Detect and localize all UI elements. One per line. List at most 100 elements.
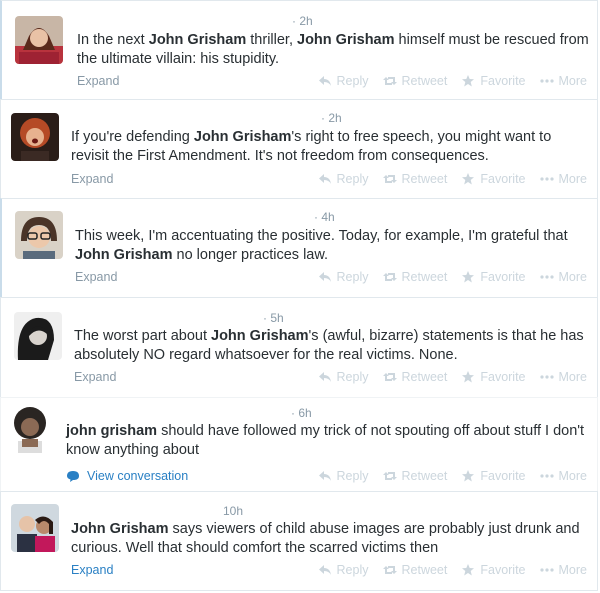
reply-label: Reply xyxy=(336,469,369,483)
expand-link[interactable]: Expand xyxy=(71,563,113,577)
reply-label: Reply xyxy=(336,270,369,284)
reply-button[interactable]: Reply xyxy=(318,74,369,88)
retweet-icon xyxy=(382,566,397,574)
more-button[interactable]: More xyxy=(539,370,587,384)
reply-button[interactable]: Reply xyxy=(318,270,369,284)
tweet-timestamp[interactable]: · 6h xyxy=(291,406,312,420)
reply-button[interactable]: Reply xyxy=(318,469,369,483)
retweet-label: Retweet xyxy=(401,74,448,88)
reply-icon xyxy=(318,272,331,282)
tweet-text-segment: The worst part about xyxy=(74,328,212,344)
highlighted-name: John Grisham xyxy=(297,32,395,48)
tweet[interactable]: · 6h john grisham should have followed m… xyxy=(0,397,598,492)
retweet-button[interactable]: Retweet xyxy=(382,370,447,384)
reply-label: Reply xyxy=(336,370,369,384)
tweet-actions: Reply Retweet Favorite More xyxy=(318,172,587,186)
speech-bubble-icon xyxy=(67,470,79,482)
avatar[interactable] xyxy=(14,312,62,360)
highlighted-name: John Grisham xyxy=(148,32,247,48)
expand-link[interactable]: Expand xyxy=(74,370,116,384)
tweet-timestamp[interactable]: · 5h xyxy=(263,311,284,325)
view-conversation-link[interactable]: View conversation xyxy=(66,469,188,483)
tweet-actions: Reply Retweet Favorite More xyxy=(318,270,587,284)
more-icon xyxy=(539,79,554,83)
retweet-icon xyxy=(382,77,397,85)
reply-label: Reply xyxy=(336,563,369,577)
tweet-text-segment: thriller, xyxy=(246,32,298,48)
star-icon xyxy=(462,564,475,576)
tweet-text: This week, I'm accentuating the positive… xyxy=(75,227,595,265)
retweet-button[interactable]: Retweet xyxy=(382,172,447,186)
more-button[interactable]: More xyxy=(539,74,587,88)
tweet[interactable]: · 5h The worst part about John Grisham's… xyxy=(0,297,598,398)
retweet-label: Retweet xyxy=(401,469,448,483)
favorite-label: Favorite xyxy=(480,370,526,384)
reply-button[interactable]: Reply xyxy=(318,172,369,186)
favorite-button[interactable]: Favorite xyxy=(461,172,526,186)
avatar[interactable] xyxy=(11,113,59,161)
tweet-text: John Grisham says viewers of child abuse… xyxy=(71,520,591,558)
tweet-text: The worst part about John Grisham's (awf… xyxy=(74,327,594,365)
more-label: More xyxy=(558,370,587,384)
retweet-label: Retweet xyxy=(401,270,448,284)
tweet-timestamp[interactable]: · 4h xyxy=(314,210,335,224)
reply-icon xyxy=(318,471,331,481)
star-icon xyxy=(462,173,475,185)
favorite-button[interactable]: Favorite xyxy=(461,469,526,483)
tweet-timestamp[interactable]: 10h xyxy=(223,504,243,518)
more-icon xyxy=(539,275,554,279)
retweet-icon xyxy=(382,472,397,480)
tweet[interactable]: · 4h This week, I'm accentuating the pos… xyxy=(0,198,598,298)
favorite-button[interactable]: Favorite xyxy=(461,74,526,88)
tweet-text: john grisham should have followed my tri… xyxy=(66,422,586,460)
avatar[interactable] xyxy=(6,405,54,453)
tweet-feed: · 2h In the next John Grisham thriller, … xyxy=(0,0,600,593)
more-label: More xyxy=(558,270,587,284)
reply-button[interactable]: Reply xyxy=(318,563,369,577)
star-icon xyxy=(462,470,475,482)
more-button[interactable]: More xyxy=(539,270,587,284)
favorite-button[interactable]: Favorite xyxy=(461,270,526,284)
more-icon xyxy=(539,474,554,478)
expand-link[interactable]: Expand xyxy=(75,270,117,284)
favorite-label: Favorite xyxy=(480,172,526,186)
expand-link[interactable]: Expand xyxy=(71,172,113,186)
retweet-button[interactable]: Retweet xyxy=(382,74,448,88)
tweet-actions: Reply Retweet Favorite More xyxy=(318,74,587,88)
tweet-timestamp[interactable]: · 2h xyxy=(321,111,342,125)
avatar[interactable] xyxy=(11,504,59,552)
reply-label: Reply xyxy=(336,74,369,88)
highlighted-name: John Grisham xyxy=(211,328,309,344)
more-button[interactable]: More xyxy=(539,469,587,483)
avatar[interactable] xyxy=(15,16,63,64)
highlighted-name: John Grisham xyxy=(71,521,169,537)
reply-button[interactable]: Reply xyxy=(318,370,369,384)
star-icon xyxy=(462,371,475,383)
tweet-timestamp[interactable]: · 2h xyxy=(292,14,313,28)
retweet-icon xyxy=(382,175,397,183)
favorite-label: Favorite xyxy=(480,469,526,483)
highlighted-name: John Grisham xyxy=(75,247,173,263)
expand-link[interactable]: Expand xyxy=(77,74,119,88)
retweet-icon xyxy=(382,273,397,281)
retweet-button[interactable]: Retweet xyxy=(382,563,448,577)
tweet[interactable]: · 2h If you're defending John Grisham's … xyxy=(0,99,598,199)
highlighted-name: john grisham xyxy=(66,423,158,439)
favorite-label: Favorite xyxy=(480,563,526,577)
tweet-text: In the next John Grisham thriller, John … xyxy=(77,31,597,69)
tweet[interactable]: · 2h In the next John Grisham thriller, … xyxy=(0,0,598,100)
tweet[interactable]: 10h John Grisham says viewers of child a… xyxy=(0,491,598,591)
more-button[interactable]: More xyxy=(539,172,587,186)
retweet-icon xyxy=(382,373,397,381)
favorite-button[interactable]: Favorite xyxy=(461,563,526,577)
reply-label: Reply xyxy=(336,172,369,186)
favorite-button[interactable]: Favorite xyxy=(461,370,526,384)
more-icon xyxy=(539,375,554,379)
more-button[interactable]: More xyxy=(539,563,587,577)
tweet-actions: Reply Retweet Favorite More xyxy=(318,563,587,577)
tweet-text-segment: no longer practices law. xyxy=(172,247,329,263)
retweet-button[interactable]: Retweet xyxy=(382,270,448,284)
retweet-button[interactable]: Retweet xyxy=(382,469,448,483)
avatar[interactable] xyxy=(15,211,63,259)
retweet-label: Retweet xyxy=(401,563,448,577)
